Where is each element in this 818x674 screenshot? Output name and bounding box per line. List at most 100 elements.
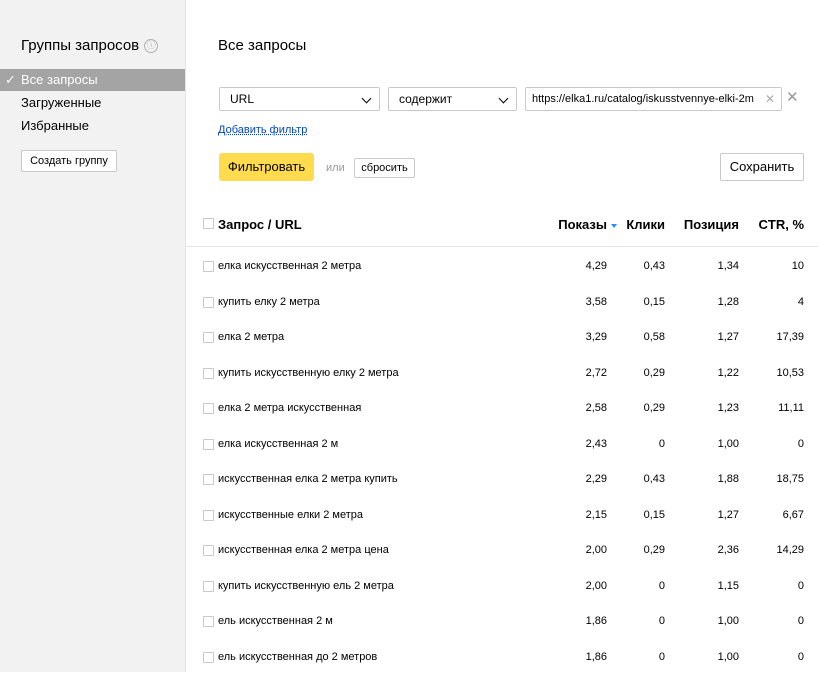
shows-value: 2,15 [585, 508, 607, 521]
table-row[interactable]: елка искусственная 2 метра 4,29 0,43 1,34 10 [186, 248, 818, 283]
row-checkbox[interactable] [203, 651, 214, 663]
sidebar-title: Группы запросов ⓘ [21, 37, 159, 54]
position-value: 1,27 [717, 331, 739, 343]
reset-button[interactable]: сбросить [354, 158, 415, 178]
sidebar: Группы запросов ⓘ ✓ Все запросы Загружен… [0, 0, 186, 672]
column-query[interactable]: Запрос / URL [218, 217, 302, 232]
sidebar-item-label: Все запросы [21, 72, 98, 87]
shows-value: 4,29 [585, 260, 607, 272]
position-value: 2,36 [717, 544, 739, 556]
sidebar-item-uploaded[interactable]: Загруженные [0, 92, 185, 114]
clear-input-icon[interactable]: ✕ [765, 88, 775, 110]
position-value: 1,27 [717, 508, 739, 521]
ctr-value: 0 [797, 579, 804, 592]
column-ctr[interactable]: CTR, % [759, 217, 805, 232]
ctr-value: 10,53 [776, 366, 804, 379]
clicks-value: 0 [658, 579, 665, 592]
position-value: 1,88 [717, 473, 739, 485]
query-text: искусственные елки 2 метра [218, 508, 364, 521]
field-select[interactable]: URL [219, 87, 380, 111]
column-position[interactable]: Позиция [684, 217, 739, 232]
sidebar-item-favorites[interactable]: Избранные [0, 115, 185, 137]
column-shows[interactable]: Показы [558, 217, 617, 232]
remove-filter-icon[interactable]: ✕ [786, 87, 799, 109]
row-checkbox[interactable] [203, 616, 214, 627]
row-checkbox[interactable] [203, 509, 214, 521]
shows-value: 2,72 [585, 366, 607, 379]
select-all-checkbox[interactable] [203, 218, 214, 229]
ctr-value: 11,11 [778, 402, 804, 414]
row-checkbox[interactable] [203, 403, 214, 414]
position-value: 1,34 [717, 260, 739, 272]
ctr-value: 4 [797, 295, 804, 308]
ctr-value: 18,75 [776, 473, 804, 485]
ctr-value: 17,39 [776, 331, 804, 343]
row-checkbox[interactable] [203, 580, 214, 592]
create-group-button[interactable]: Создать группу [21, 150, 117, 172]
table-row[interactable]: елка 2 метра искусственная 2,58 0,29 1,23 11… [186, 390, 818, 425]
query-text: елка 2 метра искусственная [218, 402, 362, 414]
shows-value: 2,43 [585, 437, 607, 450]
or-text: или [326, 162, 345, 174]
row-checkbox[interactable] [203, 474, 214, 485]
save-button[interactable]: Сохранить [720, 153, 804, 181]
add-filter-link[interactable]: Добавить фильтр [218, 124, 307, 136]
row-checkbox[interactable] [203, 296, 214, 308]
chevron-down-icon [498, 93, 509, 104]
clicks-value: 0 [658, 615, 665, 627]
table-row[interactable]: купить елку 2 метра 3,58 0,15 1,28 4 [186, 284, 818, 319]
query-text: елка 2 метра [218, 331, 285, 343]
table-row[interactable]: купить искусственную елку 2 метра 2,72 0,2… [186, 355, 818, 390]
table-row[interactable]: елка 2 метра 3,29 0,58 1,27 17,39 [186, 319, 818, 354]
table-row[interactable]: ель искусственная до 2 метров 1,86 0 1,00 0 [186, 639, 818, 674]
ctr-value: 10 [791, 260, 804, 272]
table-row[interactable]: искусственные елки 2 метра 2,15 0,15 1,27 6,… [186, 497, 818, 532]
table-row[interactable]: ель искусственная 2 м 1,86 0 1,00 0 [186, 603, 818, 638]
sort-desc-icon [611, 223, 617, 228]
shows-value: 3,29 [585, 331, 607, 343]
info-icon[interactable]: ⓘ [144, 38, 159, 53]
ctr-value: 6,67 [782, 508, 804, 521]
sidebar-item-all-queries[interactable]: ✓ Все запросы [0, 69, 185, 91]
page-title: Все запросы [218, 37, 307, 54]
row-checkbox[interactable] [203, 332, 214, 343]
row-checkbox[interactable] [203, 367, 214, 379]
position-value: 1,15 [717, 579, 739, 592]
table-row[interactable]: искусственная елка 2 метра купить 2,29 0,4… [186, 461, 818, 496]
sidebar-item-label: Избранные [21, 118, 89, 133]
ctr-value: 0 [797, 615, 804, 627]
clicks-value: 0,29 [643, 402, 665, 414]
query-text: купить искусственную ель 2 метра [218, 579, 394, 592]
column-shows-label: Показы [558, 217, 607, 232]
shows-value: 2,29 [585, 473, 607, 485]
query-text: елка искусственная 2 м [218, 437, 339, 450]
sidebar-title-text: Группы запросов [21, 37, 140, 54]
row-checkbox[interactable] [203, 438, 214, 450]
clicks-value: 0,15 [643, 295, 665, 308]
apply-filter-button[interactable]: Фильтровать [219, 153, 314, 181]
position-value: 1,23 [717, 402, 739, 414]
clicks-value: 0 [658, 650, 665, 663]
table-header: Запрос / URL Показы Клики Позиция CTR, % [186, 208, 818, 247]
table-row[interactable]: купить искусственную ель 2 метра 2,00 0 1,1… [186, 568, 818, 603]
position-value: 1,00 [717, 650, 739, 663]
clicks-value: 0,29 [643, 544, 665, 556]
column-clicks[interactable]: Клики [626, 217, 665, 232]
query-text: ель искусственная до 2 метров [218, 650, 378, 663]
clicks-value: 0,43 [643, 260, 665, 272]
shows-value: 3,58 [585, 295, 607, 308]
clicks-value: 0,15 [643, 508, 665, 521]
clicks-value: 0,29 [643, 366, 665, 379]
ctr-value: 0 [797, 650, 804, 663]
chevron-down-icon [361, 93, 372, 104]
shows-value: 2,58 [585, 402, 607, 414]
position-value: 1,28 [717, 295, 739, 308]
filter-value-input[interactable]: https://elka1.ru/catalog/iskusstvennye-e… [525, 87, 782, 111]
clicks-value: 0,58 [643, 331, 665, 343]
row-checkbox[interactable] [203, 545, 214, 556]
table-row[interactable]: искусственная елка 2 метра цена 2,00 0,29 2… [186, 532, 818, 567]
query-text: искусственная елка 2 метра цена [218, 544, 389, 556]
table-row[interactable]: елка искусственная 2 м 2,43 0 1,00 0 [186, 426, 818, 461]
row-checkbox[interactable] [203, 261, 214, 272]
operator-select[interactable]: содержит [388, 87, 517, 111]
